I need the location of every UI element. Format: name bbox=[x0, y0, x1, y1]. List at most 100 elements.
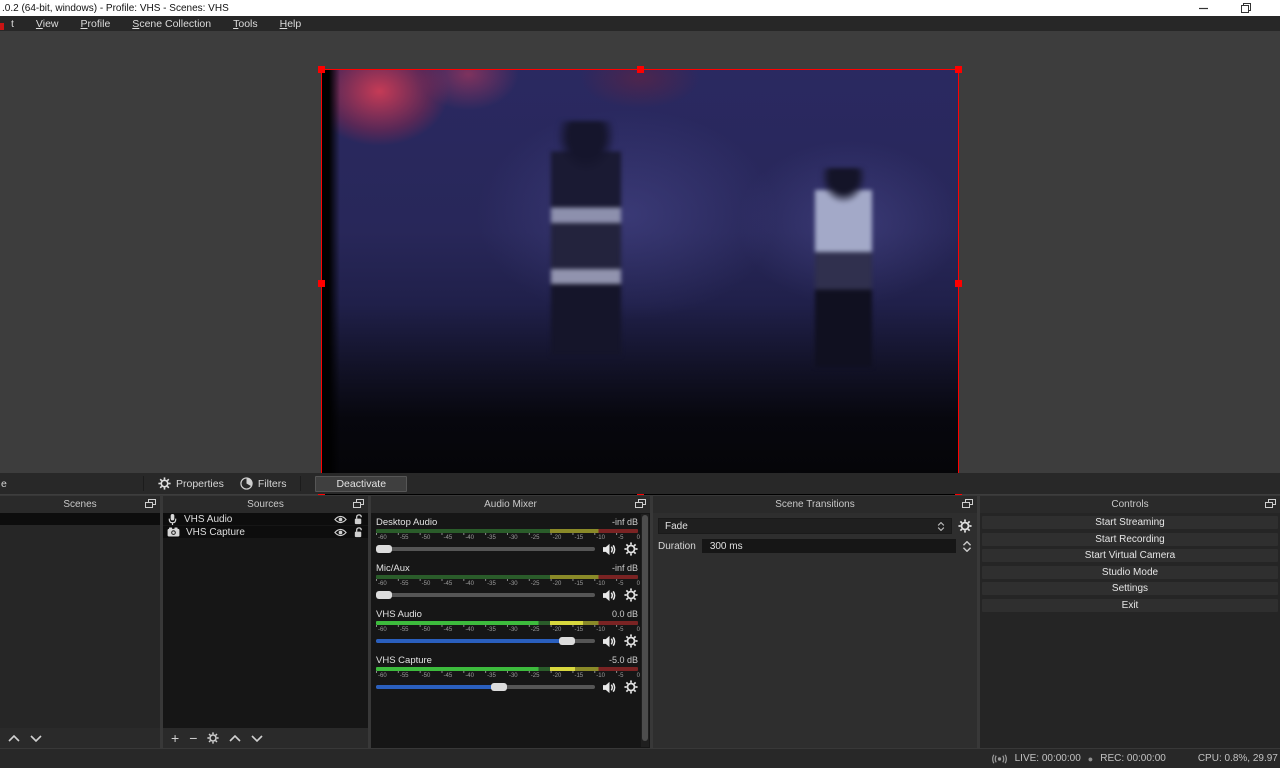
mixer-gear-icon[interactable] bbox=[624, 588, 638, 602]
duration-spinner-arrows[interactable] bbox=[962, 540, 972, 552]
start-virtual-camera-button[interactable]: Start Virtual Camera bbox=[982, 549, 1278, 562]
deactivate-button[interactable]: Deactivate bbox=[315, 475, 408, 492]
volume-slider[interactable] bbox=[376, 542, 595, 556]
status-bar: LIVE: 00:00:00 ● REC: 00:00:00 CPU: 0.8%… bbox=[0, 749, 1280, 768]
menu-bar: t View Profile Scene Collection Tools Help bbox=[0, 16, 1280, 31]
transition-value: Fade bbox=[665, 520, 688, 532]
controls-title: Controls bbox=[1111, 499, 1149, 510]
volume-slider[interactable] bbox=[376, 680, 595, 694]
camera-icon bbox=[167, 527, 180, 537]
mixer-gear-icon[interactable] bbox=[624, 542, 638, 556]
minimize-button[interactable] bbox=[1198, 2, 1210, 14]
volume-slider-handle[interactable] bbox=[376, 545, 392, 553]
audio-mixer-header[interactable]: Audio Mixer bbox=[371, 496, 650, 513]
unlock-icon[interactable] bbox=[353, 513, 364, 525]
menu-profile[interactable]: Profile bbox=[70, 18, 122, 30]
popout-icon[interactable] bbox=[1265, 499, 1276, 511]
move-scene-down-button[interactable] bbox=[30, 734, 42, 742]
meter-scale: -60 -55 -50 -45 -40 -35 -30 -25 -20 -15 -10 -5 0 bbox=[376, 625, 640, 633]
popout-icon[interactable] bbox=[962, 499, 973, 511]
cpu-fps-stats: CPU: 0.8%, 29.97 fps bbox=[1197, 753, 1280, 764]
sources-panel-header[interactable]: Sources bbox=[163, 496, 368, 513]
restore-button[interactable] bbox=[1240, 2, 1252, 14]
menu-tools[interactable]: Tools bbox=[222, 18, 269, 30]
transition-properties-gear-icon[interactable] bbox=[958, 519, 972, 533]
speaker-mute-icon[interactable] bbox=[602, 681, 617, 694]
audio-mixer-body: Desktop Audio -inf dB -60 -55 -50 -45 -40 -35… bbox=[371, 513, 650, 748]
mixer-db-value: -inf dB bbox=[611, 563, 638, 573]
filters-label: Filters bbox=[257, 477, 287, 490]
controls-body: Start Streaming Start Recording Start Virt… bbox=[980, 513, 1280, 748]
menu-scene-collection[interactable]: Scene Collection bbox=[121, 18, 222, 30]
mixer-channel-mic-aux: Mic/Aux -inf dB -60 -55 -50 -45 -40 -35 -30 -25… bbox=[376, 563, 640, 602]
move-source-down-button[interactable] bbox=[251, 734, 263, 742]
filters-button[interactable]: Filters bbox=[232, 474, 295, 493]
volume-slider-handle[interactable] bbox=[490, 683, 507, 691]
popout-icon[interactable] bbox=[145, 499, 156, 511]
start-recording-button[interactable]: Start Recording bbox=[982, 532, 1278, 546]
mixer-gear-icon[interactable] bbox=[624, 680, 638, 694]
studio-mode-button[interactable]: Studio Mode bbox=[982, 565, 1278, 579]
mixer-scrollbar[interactable] bbox=[641, 514, 649, 747]
move-scene-up-button[interactable] bbox=[8, 734, 20, 742]
mixer-db-value: 0.0 dB bbox=[611, 609, 638, 619]
mixer-gear-icon[interactable] bbox=[624, 634, 638, 648]
sources-list[interactable]: VHS Audio VHS Capture bbox=[163, 513, 368, 728]
scene-transitions-title: Scene Transitions bbox=[775, 499, 855, 510]
title-bar: .0.2 (64-bit, windows) - Profile: VHS - … bbox=[0, 0, 1280, 16]
sources-panel: Sources VHS Audio VHS Capture + − bbox=[163, 496, 368, 748]
move-source-up-button[interactable] bbox=[229, 734, 241, 742]
start-streaming-button[interactable]: Start Streaming bbox=[982, 516, 1278, 529]
menu-view[interactable]: View bbox=[25, 18, 70, 30]
remove-source-button[interactable]: − bbox=[189, 731, 197, 745]
sources-panel-title: Sources bbox=[247, 499, 284, 510]
source-properties-gear-button[interactable] bbox=[207, 732, 219, 744]
volume-slider[interactable] bbox=[376, 634, 595, 648]
scenes-panel-header[interactable]: Scenes bbox=[0, 496, 160, 513]
properties-button[interactable]: Properties bbox=[150, 474, 232, 493]
scenes-list[interactable] bbox=[0, 513, 160, 728]
volume-slider-handle[interactable] bbox=[558, 637, 575, 645]
sources-toolbar: + − bbox=[163, 728, 368, 748]
menu-help[interactable]: Help bbox=[269, 18, 313, 30]
popout-icon[interactable] bbox=[353, 499, 364, 511]
settings-button[interactable]: Settings bbox=[982, 582, 1278, 595]
duration-value: 300 ms bbox=[709, 540, 743, 552]
add-source-button[interactable]: + bbox=[171, 731, 179, 745]
unlock-icon[interactable] bbox=[353, 526, 364, 538]
volume-slider[interactable] bbox=[376, 588, 595, 602]
speaker-mute-icon[interactable] bbox=[602, 589, 617, 602]
controls-header[interactable]: Controls bbox=[980, 496, 1280, 513]
scene-transitions-header[interactable]: Scene Transitions bbox=[653, 496, 977, 513]
mixer-channel-desktop-audio: Desktop Audio -inf dB -60 -55 -50 -45 -40 -35… bbox=[376, 517, 640, 556]
exit-button[interactable]: Exit bbox=[982, 598, 1278, 612]
transition-select-arrows[interactable] bbox=[937, 521, 945, 531]
audio-mixer-title: Audio Mixer bbox=[484, 499, 537, 510]
scene-row-selected[interactable] bbox=[0, 513, 160, 525]
source-name: VHS Audio bbox=[184, 513, 233, 525]
selected-source-bounds[interactable] bbox=[318, 66, 962, 499]
rec-dot-icon: ● bbox=[1087, 753, 1094, 764]
speaker-mute-icon[interactable] bbox=[602, 635, 617, 648]
speaker-mute-icon[interactable] bbox=[602, 543, 617, 556]
transition-select[interactable]: Fade bbox=[658, 518, 952, 534]
resize-handle-top-left[interactable] bbox=[318, 66, 325, 73]
resize-handle-left[interactable] bbox=[318, 279, 325, 287]
resize-handle-right[interactable] bbox=[955, 279, 962, 287]
resize-handle-top-right[interactable] bbox=[955, 66, 962, 73]
duration-input[interactable]: 300 ms bbox=[701, 539, 956, 553]
obs-window: .0.2 (64-bit, windows) - Profile: VHS - … bbox=[0, 0, 1280, 768]
visibility-eye-icon[interactable] bbox=[334, 515, 347, 524]
visibility-eye-icon[interactable] bbox=[334, 528, 347, 537]
source-row-vhs-audio[interactable]: VHS Audio bbox=[163, 513, 368, 526]
source-toolbar: e Properties Filters Deactivate bbox=[0, 473, 1280, 494]
preview-canvas[interactable] bbox=[0, 31, 1280, 499]
source-row-vhs-capture[interactable]: VHS Capture bbox=[163, 526, 368, 539]
popout-icon[interactable] bbox=[635, 499, 646, 511]
scenes-toolbar bbox=[0, 728, 160, 748]
mic-icon bbox=[167, 513, 178, 526]
clipped-source-label: e bbox=[1, 477, 7, 490]
properties-label: Properties bbox=[176, 477, 224, 490]
volume-slider-handle[interactable] bbox=[376, 591, 392, 599]
resize-handle-top-center[interactable] bbox=[637, 66, 644, 73]
